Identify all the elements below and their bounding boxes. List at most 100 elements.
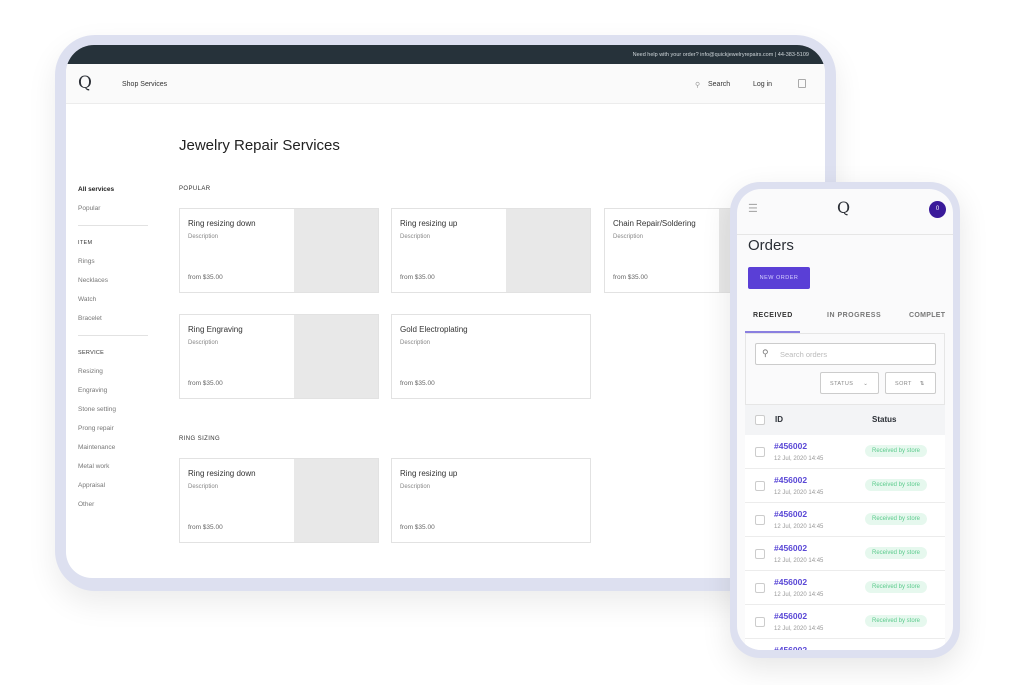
tab-received[interactable]: RECEIVED (753, 312, 793, 319)
nav-bar: Q Shop Services ⚲ Search Log in (66, 64, 825, 104)
search-icon[interactable]: ⚲ (695, 81, 700, 89)
card-price: from $35.00 (188, 274, 223, 281)
chevron-down-icon: ⌄ (863, 381, 869, 387)
section-heading: POPULAR (179, 186, 211, 192)
order-id-link[interactable]: #456002 (774, 611, 807, 621)
card-title: Ring resizing up (400, 219, 458, 228)
order-id-link[interactable]: #456002 (774, 543, 807, 553)
order-id-link[interactable]: #456002 (774, 577, 807, 587)
service-card[interactable]: Ring Engraving Description from $35.00 (179, 314, 379, 399)
row-checkbox[interactable] (755, 583, 765, 593)
sidebar-item[interactable]: Appraisal (78, 482, 105, 489)
sidebar-item[interactable]: Resizing (78, 368, 103, 375)
card-desc: Description (188, 234, 219, 240)
section-heading: RING SIZING (179, 436, 221, 442)
card-title: Ring resizing down (188, 219, 256, 228)
sort-label: SORT (895, 381, 912, 387)
card-desc: Description (400, 484, 431, 490)
service-card[interactable]: Ring resizing up Description from $35.00 (391, 208, 591, 293)
order-date: 12 Jul, 2020 14:45 (774, 592, 824, 598)
sidebar-item[interactable]: Metal work (78, 463, 109, 470)
order-id-link[interactable]: #456002 (774, 509, 807, 519)
card-title: Ring resizing down (188, 469, 256, 478)
table-row[interactable]: #456002 12 Jul, 2020 14:45 Received by st… (745, 503, 945, 537)
search-input[interactable]: ⚲ Search orders (755, 343, 936, 365)
select-all-checkbox[interactable] (755, 415, 765, 425)
sidebar-item[interactable]: Necklaces (78, 277, 108, 284)
status-filter[interactable]: STATUS ⌄ (820, 372, 879, 394)
order-id-link[interactable]: #456002 (774, 475, 807, 485)
table-row[interactable]: #456002 (745, 639, 945, 650)
service-card[interactable]: Gold Electroplating Description from $35.0… (391, 314, 591, 399)
order-id-link[interactable]: #456002 (774, 441, 807, 451)
order-date: 12 Jul, 2020 14:45 (774, 558, 824, 564)
sidebar-item-all[interactable]: All services (78, 186, 114, 193)
service-card[interactable]: Ring resizing down Description from $35.00 (179, 208, 379, 293)
card-price: from $35.00 (188, 524, 223, 531)
column-status: Status (872, 415, 897, 424)
sort-icon: ⇅ (919, 381, 925, 387)
card-price: from $35.00 (400, 524, 435, 531)
help-bar: Need help with your order? info@quickjew… (66, 45, 825, 64)
sidebar-item[interactable]: Watch (78, 296, 96, 303)
shop-services-link[interactable]: Shop Services (122, 81, 167, 88)
sidebar-item[interactable]: Prong repair (78, 425, 114, 432)
table-row[interactable]: #456002 12 Jul, 2020 14:45 Received by st… (745, 537, 945, 571)
sidebar-item[interactable]: Rings (78, 258, 95, 265)
sort-button[interactable]: SORT ⇅ (885, 372, 936, 394)
search-link[interactable]: Search (708, 81, 730, 88)
order-date: 12 Jul, 2020 14:45 (774, 456, 824, 462)
sidebar-heading-item: ITEM (78, 240, 93, 246)
card-price: from $35.00 (188, 380, 223, 387)
table-row[interactable]: #456002 12 Jul, 2020 14:45 Received by st… (745, 435, 945, 469)
status-badge: Received by store (865, 479, 928, 491)
service-card[interactable]: Ring resizing down Description from $35.00 (179, 458, 379, 543)
order-id-link[interactable]: #456002 (774, 645, 807, 650)
status-badge: Received by store (865, 547, 928, 559)
card-image (506, 209, 590, 292)
table-row[interactable]: #456002 12 Jul, 2020 14:45 Received by st… (745, 469, 945, 503)
logo[interactable]: Q (78, 73, 92, 93)
row-checkbox[interactable] (755, 549, 765, 559)
card-desc: Description (400, 234, 431, 240)
menu-icon[interactable]: ☰ (748, 202, 758, 215)
sidebar-item[interactable]: Bracelet (78, 315, 102, 322)
phone-screen: ☰ Q 0 Orders NEW ORDER RECEIVED IN PROGR… (737, 189, 953, 650)
sidebar-item[interactable]: Maintenance (78, 444, 115, 451)
login-link[interactable]: Log in (753, 81, 772, 88)
column-id: ID (775, 415, 783, 424)
page-title: Jewelry Repair Services (179, 137, 340, 154)
sidebar-item[interactable]: Other (78, 501, 94, 508)
status-badge: Received by store (865, 615, 928, 627)
sidebar-item-popular[interactable]: Popular (78, 205, 100, 212)
divider (78, 335, 148, 336)
row-checkbox[interactable] (755, 515, 765, 525)
divider (78, 225, 148, 226)
new-order-button[interactable]: NEW ORDER (748, 267, 810, 289)
logo: Q (837, 198, 851, 217)
card-title: Ring Engraving (188, 325, 243, 334)
sidebar-item[interactable]: Stone setting (78, 406, 116, 413)
row-checkbox[interactable] (755, 617, 765, 627)
tab-completed[interactable]: COMPLET (909, 312, 945, 319)
card-image (294, 209, 378, 292)
row-checkbox[interactable] (755, 481, 765, 491)
card-desc: Description (400, 340, 431, 346)
sidebar-heading-service: SERVICE (78, 350, 105, 356)
card-title: Gold Electroplating (400, 325, 468, 334)
table-row[interactable]: #456002 12 Jul, 2020 14:45 Received by st… (745, 571, 945, 605)
status-badge: Received by store (865, 581, 928, 593)
card-title: Ring resizing up (400, 469, 458, 478)
table-row[interactable]: #456002 12 Jul, 2020 14:45 Received by st… (745, 605, 945, 639)
card-title: Chain Repair/Soldering (613, 219, 696, 228)
cart-icon[interactable] (798, 79, 806, 88)
row-checkbox[interactable] (755, 447, 765, 457)
search-icon: ⚲ (762, 348, 769, 358)
service-card[interactable]: Ring resizing up Description from $35.00 (391, 458, 591, 543)
sidebar-item[interactable]: Engraving (78, 387, 107, 394)
tablet-screen: Need help with your order? info@quickjew… (66, 45, 825, 578)
avatar[interactable]: 0 (929, 201, 946, 218)
tab-in-progress[interactable]: IN PROGRESS (827, 312, 881, 319)
table-header: ID Status (745, 405, 945, 435)
card-desc: Description (188, 484, 219, 490)
